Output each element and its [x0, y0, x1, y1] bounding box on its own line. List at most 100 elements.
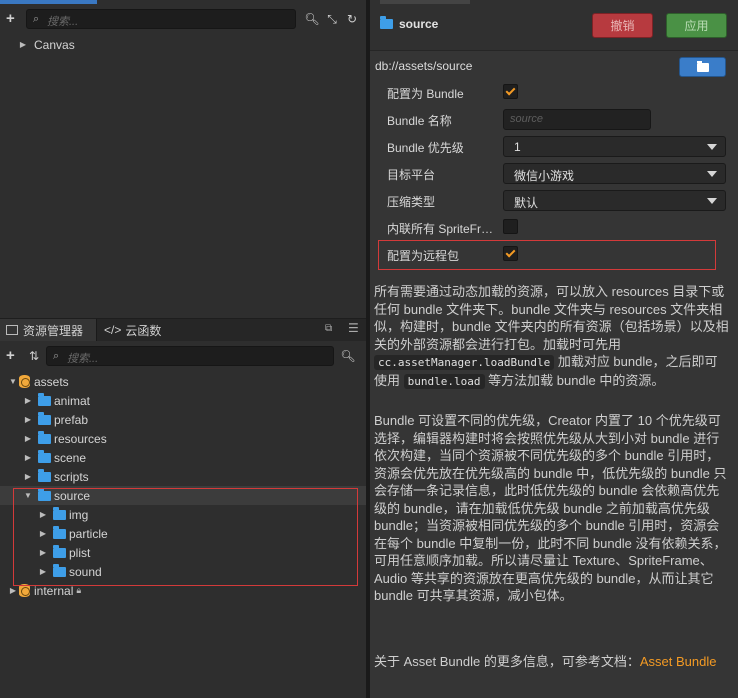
prop-label: Bundle 名称 — [387, 114, 452, 128]
add-node-icon[interactable]: + — [6, 11, 20, 26]
configure-bundle-checkbox[interactable] — [503, 84, 518, 99]
menu-icon[interactable]: ☰ — [348, 321, 359, 335]
folder-icon — [38, 392, 51, 406]
tree-item-scene[interactable]: ▶ scene — [0, 448, 366, 467]
maximize-icon[interactable]: ⧉ — [325, 323, 332, 334]
asset-path: db://assets/source — [375, 59, 473, 73]
assets-panel-icon — [6, 325, 18, 335]
assets-tab-bar: 资源管理器 </> 云函数 ⧉ ☰ — [0, 319, 366, 341]
prop-label: 配置为 Bundle — [387, 87, 464, 101]
bundle-priority-select[interactable]: 1 — [503, 136, 726, 157]
assets-search-placeholder: 搜索... — [67, 353, 99, 365]
tree-item-assets[interactable]: ▼ assets — [0, 372, 366, 391]
apply-button[interactable]: 应用 — [666, 13, 727, 38]
tree-item-animat[interactable]: ▶ animat — [0, 391, 366, 410]
prop-bundle-name: Bundle 名称 source — [370, 106, 738, 132]
folder-icon — [38, 411, 51, 425]
desc-text: 等方法加载 bundle 中的资源。 — [488, 372, 665, 388]
folder-icon — [380, 16, 393, 29]
inspector-panel: source 撤销 应用 db://assets/source 配置为 Bund… — [370, 0, 738, 698]
select-value: 微信小游戏 — [514, 169, 575, 183]
folder-icon — [38, 468, 51, 482]
refresh-icon[interactable]: ↻ — [342, 12, 362, 26]
tree-item-label: animat — [54, 393, 91, 408]
prop-label: 目标平台 — [387, 168, 436, 182]
code-load-bundle: cc.assetManager.loadBundle — [374, 355, 555, 370]
description-paragraph-3: 关于 Asset Bundle 的更多信息，可参考文档：Asset Bundle — [374, 653, 730, 671]
tab-label: 资源管理器 — [23, 323, 84, 338]
chevron-down-icon — [707, 198, 717, 204]
description-paragraph-2: Bundle 可设置不同的优先级，Creator 内置了 10 个优先级可选择，… — [374, 413, 727, 603]
expand-arrow-icon[interactable]: ▶ — [18, 40, 28, 49]
chevron-down-icon — [707, 144, 717, 150]
prop-compression-type: 压缩类型 默认 — [370, 187, 738, 213]
code-bundle-load: bundle.load — [403, 373, 485, 389]
expand-arrow-icon[interactable]: ▶ — [23, 434, 33, 443]
chevron-down-icon — [707, 171, 717, 177]
database-icon — [18, 375, 31, 388]
collapse-icon[interactable]: ⤡ — [322, 12, 342, 27]
prop-label: 压缩类型 — [387, 195, 436, 209]
prop-target-platform: 目标平台 微信小游戏 — [370, 160, 738, 186]
target-platform-select[interactable]: 微信小游戏 — [503, 163, 726, 184]
tree-item-label: scene — [54, 450, 87, 465]
inline-spriteframes-checkbox[interactable] — [503, 219, 518, 234]
tree-item-label: resources — [54, 431, 107, 446]
tree-item-resources[interactable]: ▶ resources — [0, 429, 366, 448]
bundle-name-input[interactable]: source — [503, 109, 651, 130]
tree-item-label: scripts — [54, 469, 89, 484]
cancel-button[interactable]: 撤销 — [592, 13, 653, 38]
cloud-function-icon: </> — [104, 323, 122, 337]
hierarchy-toolbar: + ⌕ 搜索... 🔍︎ ⤡ ↻ — [0, 4, 366, 34]
expand-arrow-icon[interactable]: ▶ — [23, 472, 33, 481]
asset-bundle-doc-link[interactable]: Asset Bundle — [640, 654, 717, 669]
assets-search-input[interactable]: ⌕ 搜索... — [46, 346, 334, 366]
expand-arrow-icon[interactable]: ▶ — [23, 453, 33, 462]
inspector-header: source 撤销 应用 — [370, 0, 738, 51]
inspector-title: source — [380, 16, 439, 31]
search-icon: ⌕ — [53, 350, 60, 362]
description-paragraph-1: 所有需要通过动态加载的资源，可以放入 resources 目录下或任何 bund… — [374, 283, 730, 390]
folder-open-icon — [696, 60, 709, 72]
lock-icon: 🔒︎ — [76, 585, 82, 595]
folder-icon — [38, 430, 51, 444]
search-icon[interactable]: 🔍︎ — [302, 12, 322, 26]
left-panel: + ⌕ 搜索... 🔍︎ ⤡ ↻ ▶ Canvas 资源管理器 </> 云函数 … — [0, 0, 366, 698]
hierarchy-item-label: Canvas — [34, 37, 75, 52]
search-icon[interactable]: 🔍︎ — [338, 349, 358, 363]
folder-icon — [38, 449, 51, 463]
desc-text: 所有需要通过动态加载的资源，可以放入 resources 目录下或任何 bund… — [374, 284, 729, 352]
expand-arrow-icon[interactable]: ▶ — [23, 415, 33, 424]
hierarchy-search-placeholder: 搜索... — [47, 16, 79, 28]
search-icon: ⌕ — [33, 13, 40, 25]
expand-arrow-icon[interactable]: ▶ — [8, 586, 18, 595]
expand-arrow-icon[interactable]: ▼ — [8, 377, 18, 386]
sort-icon[interactable]: ⇅ — [24, 349, 44, 363]
tab-asset-manager[interactable]: 资源管理器 — [0, 319, 97, 341]
open-folder-button[interactable] — [679, 57, 726, 77]
highlight-box-source-folder — [13, 488, 358, 586]
tab-cloud-functions[interactable]: </> 云函数 — [98, 319, 167, 341]
tree-item-label: assets — [34, 374, 69, 389]
hierarchy-search-input[interactable]: ⌕ 搜索... — [26, 9, 296, 29]
prop-configure-bundle: 配置为 Bundle — [370, 79, 738, 105]
tree-item-prefab[interactable]: ▶ prefab — [0, 410, 366, 429]
checkmark-icon — [505, 85, 516, 96]
prop-bundle-priority: Bundle 优先级 1 — [370, 133, 738, 159]
tree-item-scripts[interactable]: ▶ scripts — [0, 467, 366, 486]
bundle-name-placeholder: source — [510, 113, 544, 125]
desc-text: 关于 Asset Bundle 的更多信息，可参考文档： — [374, 654, 640, 669]
select-value: 默认 — [514, 196, 539, 210]
highlight-box-remote-bundle — [378, 240, 716, 270]
hierarchy-item-canvas[interactable]: ▶ Canvas — [0, 35, 366, 54]
compression-type-select[interactable]: 默认 — [503, 190, 726, 211]
inspector-title-text: source — [399, 17, 439, 31]
tree-item-label: prefab — [54, 412, 89, 427]
assets-toolbar: + ⇅ ⌕ 搜索... 🔍︎ — [0, 343, 366, 369]
inspector-tab-indicator — [380, 0, 470, 4]
prop-label: Bundle 优先级 — [387, 141, 464, 155]
add-asset-icon[interactable]: + — [6, 348, 20, 363]
prop-inline-spriteframes: 内联所有 SpriteFrame — [370, 214, 738, 240]
expand-arrow-icon[interactable]: ▶ — [23, 396, 33, 405]
select-value: 1 — [514, 140, 521, 154]
